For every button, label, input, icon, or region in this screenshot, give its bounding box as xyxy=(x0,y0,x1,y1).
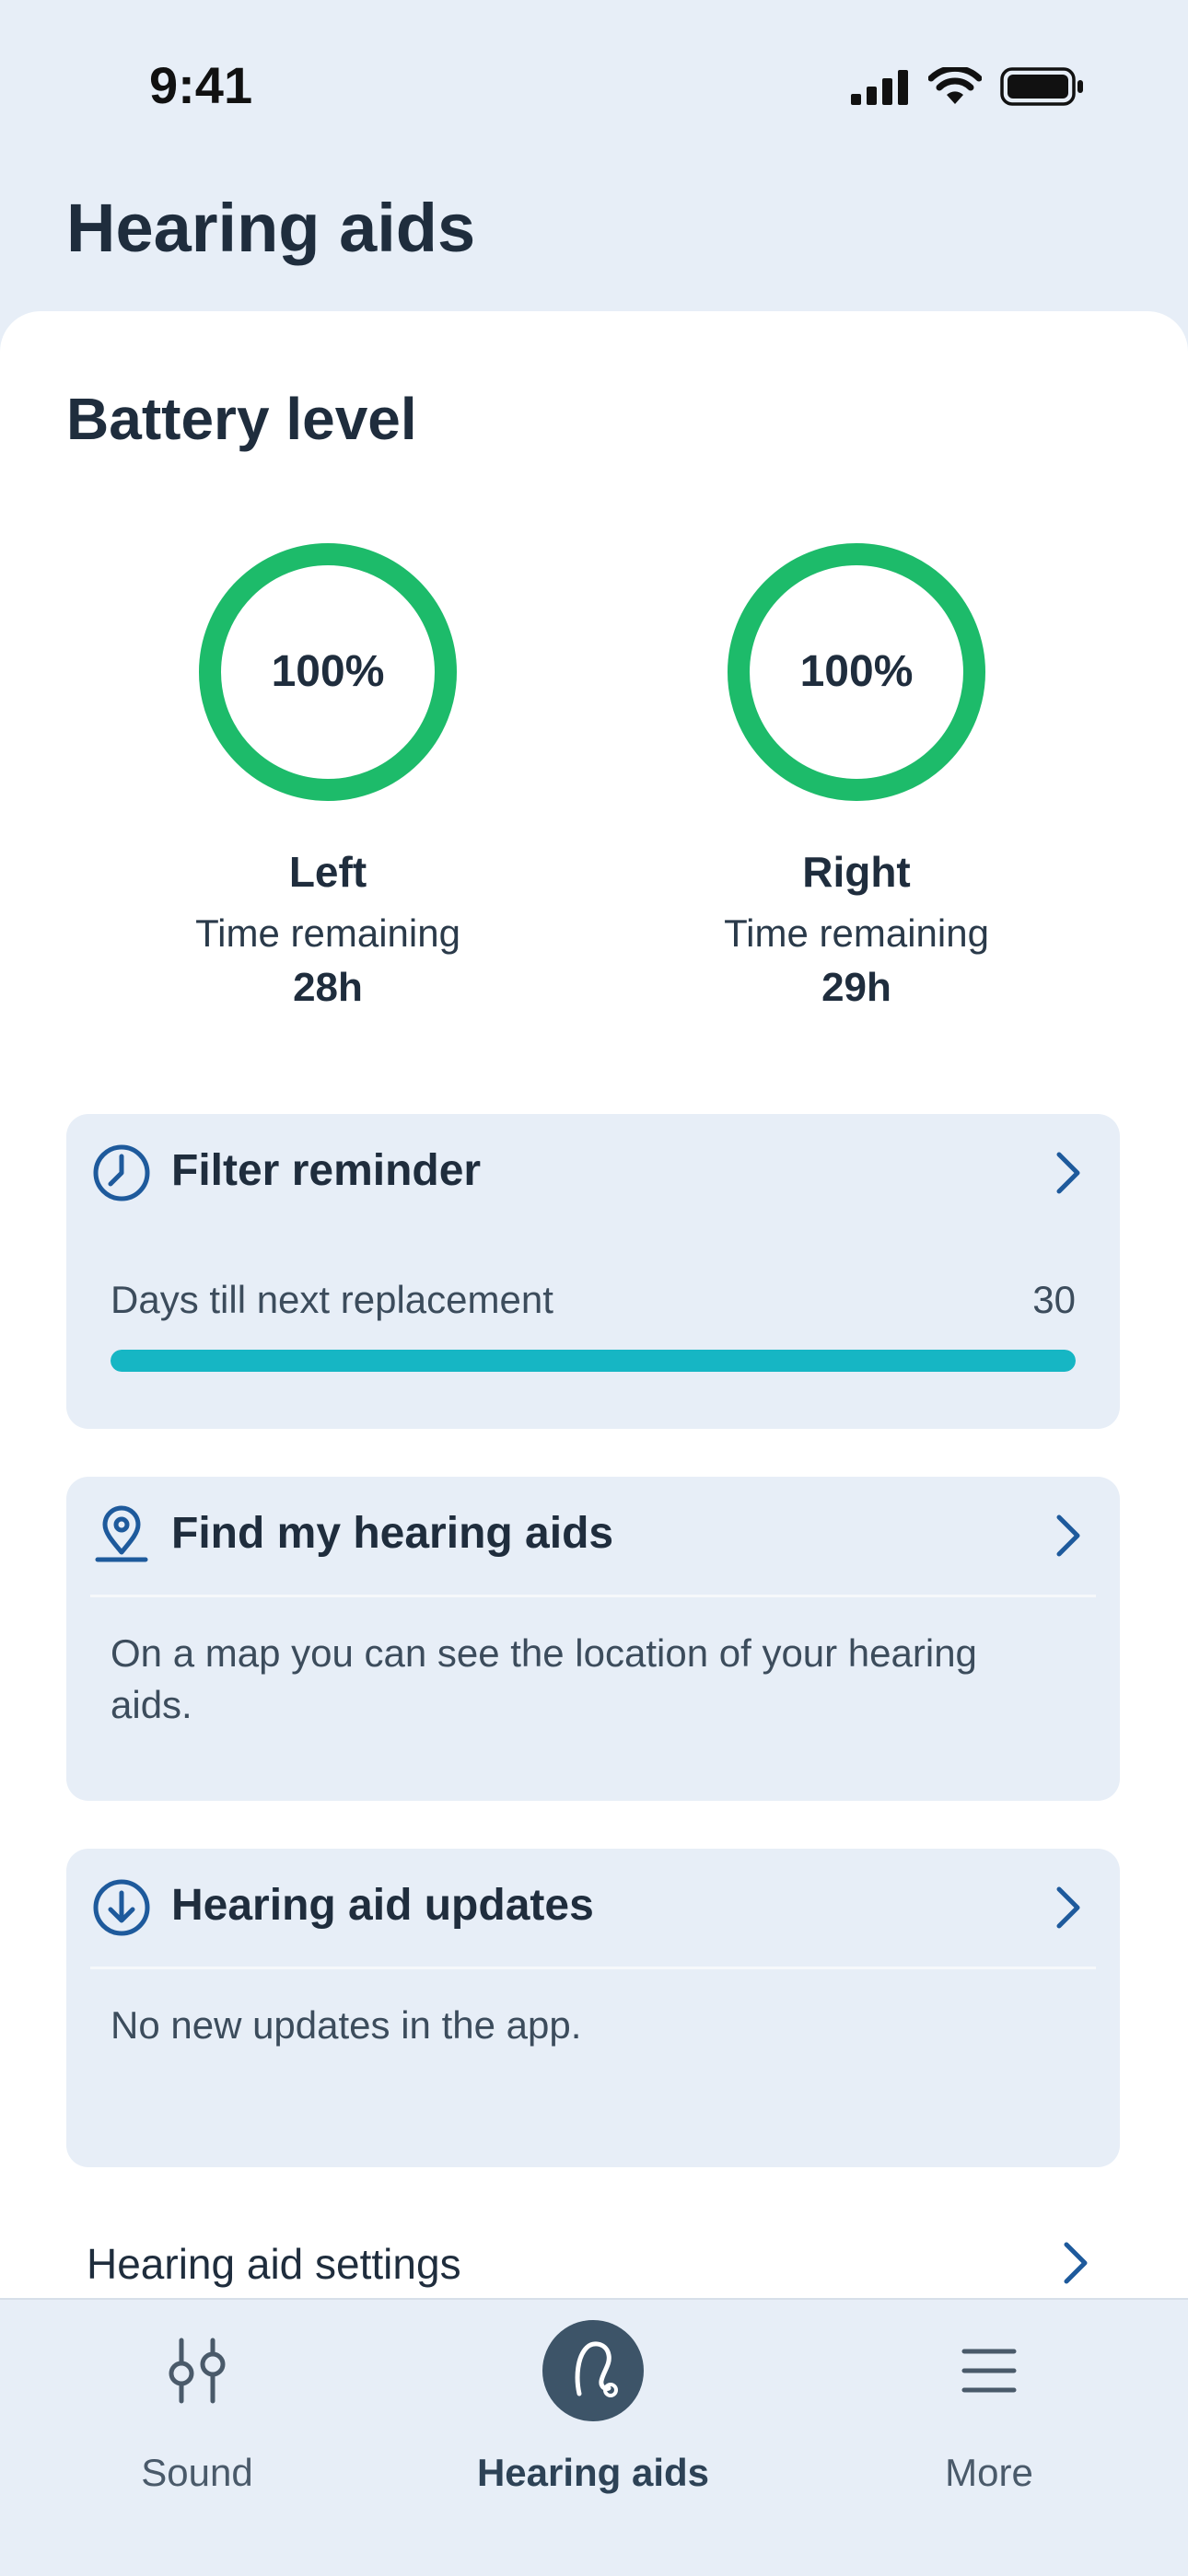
card-divider xyxy=(90,1967,1096,1969)
menu-icon xyxy=(961,2349,1017,2393)
battery-right: 100% Right Time remaining 29h xyxy=(663,543,1050,1011)
battery-ring-left: 100% xyxy=(199,543,457,801)
page-title: Hearing aids xyxy=(66,190,476,266)
filter-progress-label: Days till next replacement xyxy=(111,1278,553,1321)
wifi-icon xyxy=(928,67,982,104)
battery-status-icon xyxy=(1000,67,1083,106)
battery-side-left: Left xyxy=(288,848,367,896)
status-time: 9:41 xyxy=(149,56,253,114)
time-remaining-value-left: 28h xyxy=(293,965,363,1010)
tab-bar: Sound Hearing aids More xyxy=(0,2298,1188,2576)
hearing-aid-updates-card[interactable]: Hearing aid updates No new updates in th… xyxy=(66,1849,1120,2167)
battery-section-title: Battery level xyxy=(66,386,417,452)
find-hearing-aids-title: Find my hearing aids xyxy=(171,1509,614,1558)
battery-ring-right: 100% xyxy=(728,543,985,801)
filter-reminder-title: Filter reminder xyxy=(171,1146,482,1195)
find-hearing-aids-card[interactable]: Find my hearing aids On a map you can se… xyxy=(66,1477,1120,1801)
time-remaining-label-right: Time remaining xyxy=(724,911,989,955)
time-remaining-value-right: 29h xyxy=(821,965,891,1010)
tab-sound-label: Sound xyxy=(141,2451,253,2494)
tab-hearing-aids[interactable]: Hearing aids xyxy=(400,2320,786,2495)
download-circle-icon xyxy=(93,1879,150,1936)
tab-more[interactable]: More xyxy=(796,2320,1182,2495)
hearing-aid-updates-text: No new updates in the app. xyxy=(111,2003,582,2047)
main-content: Battery level 100% Left Time remaining 2… xyxy=(0,311,1188,2300)
battery-side-right: Right xyxy=(802,848,911,896)
battery-percent-right: 100% xyxy=(799,647,914,696)
sliders-icon xyxy=(169,2338,226,2404)
clock-icon xyxy=(93,1144,150,1201)
battery-left: 100% Left Time remaining 28h xyxy=(134,543,521,1011)
find-hearing-aids-text: On a map you can see the location of you… xyxy=(111,1631,977,1726)
filter-progress-value: 30 xyxy=(1032,1278,1076,1321)
chevron-right-icon[interactable] xyxy=(1048,2235,1103,2291)
tab-hearing-aids-label: Hearing aids xyxy=(476,2451,710,2494)
status-icons xyxy=(851,66,1085,107)
status-bar: 9:41 xyxy=(0,0,1188,157)
card-divider xyxy=(90,1595,1096,1597)
chevron-right-icon[interactable] xyxy=(1041,1145,1096,1201)
location-pin-icon xyxy=(95,1505,148,1562)
tab-sound[interactable]: Sound xyxy=(4,2320,390,2495)
filter-progress-fill xyxy=(111,1350,1076,1372)
hearing-aid-icon xyxy=(575,2341,618,2397)
tab-more-label: More xyxy=(945,2451,1033,2494)
hearing-aid-settings-label: Hearing aid settings xyxy=(87,2240,461,2288)
chevron-right-icon[interactable] xyxy=(1041,1508,1096,1563)
chevron-right-icon[interactable] xyxy=(1041,1880,1096,1935)
time-remaining-label-left: Time remaining xyxy=(195,911,460,955)
signal-icon xyxy=(851,70,908,105)
hearing-aid-updates-title: Hearing aid updates xyxy=(171,1881,594,1930)
filter-reminder-card[interactable]: Filter reminder Days till next replaceme… xyxy=(66,1114,1120,1429)
battery-percent-left: 100% xyxy=(271,647,385,696)
filter-progress-bar xyxy=(111,1350,1076,1372)
